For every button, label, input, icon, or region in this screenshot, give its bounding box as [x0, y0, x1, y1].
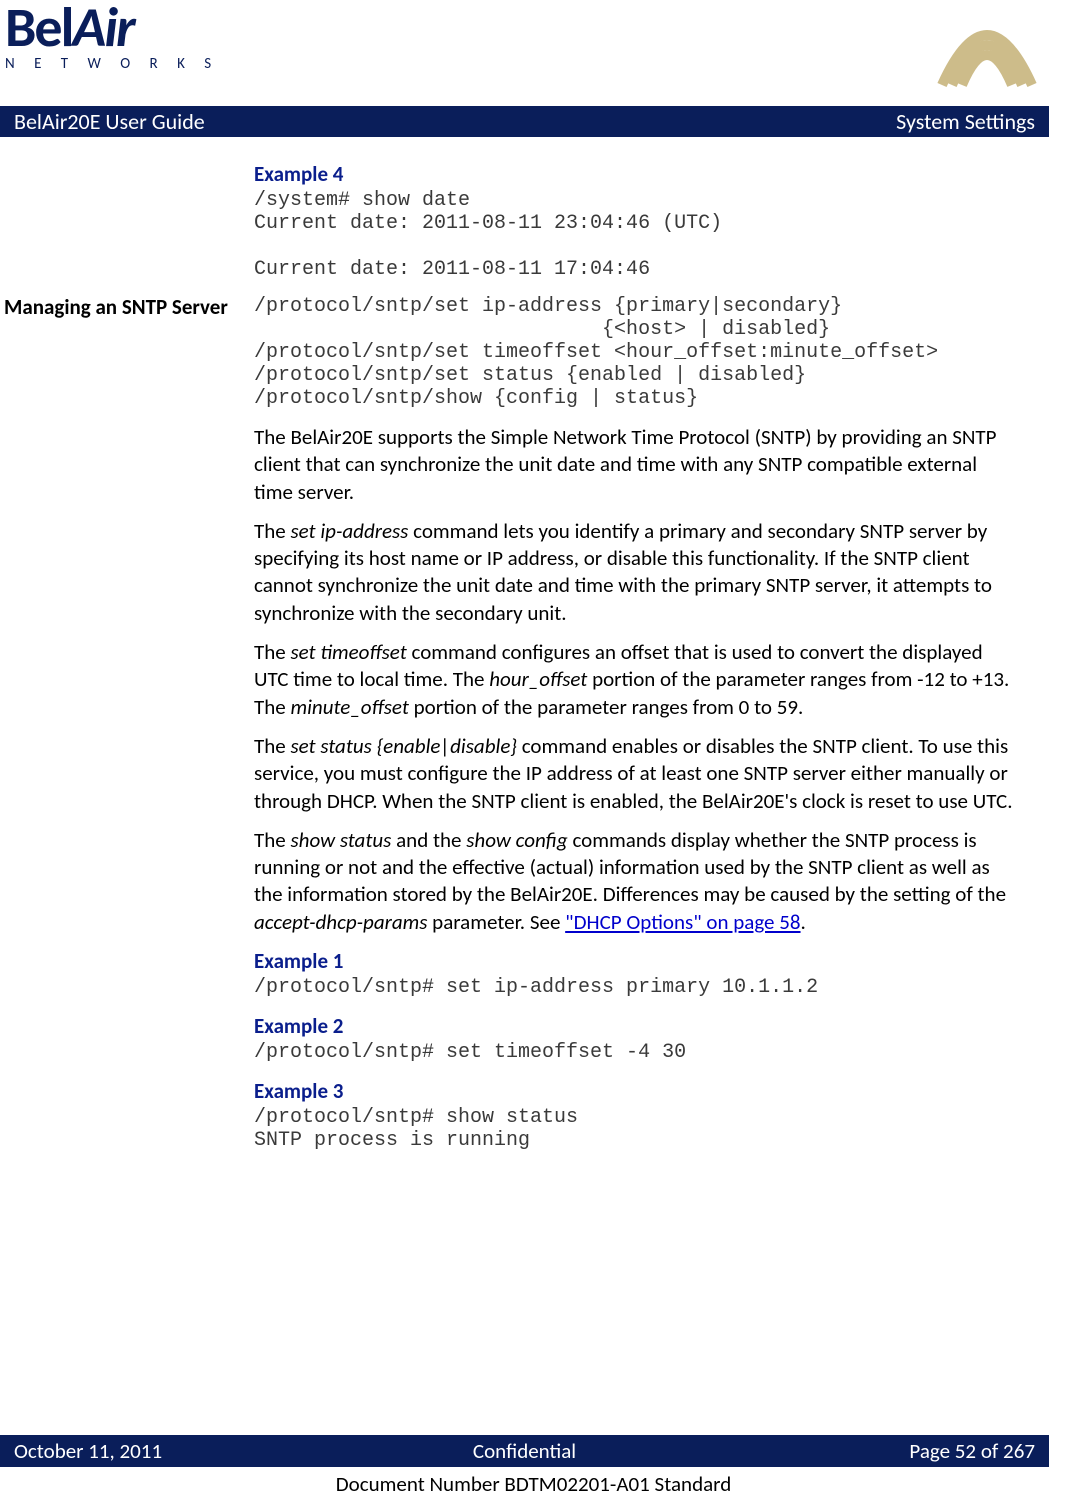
- header-wave-icon: [927, 0, 1047, 100]
- example4-code: /system# show date Current date: 2011-08…: [254, 189, 1017, 281]
- para-set-ip: The set ip-address command lets you iden…: [254, 518, 1017, 627]
- example3-title: Example 3: [254, 1078, 1017, 1104]
- footer-docnum: Document Number BDTM02201-A01 Standard: [0, 1471, 1067, 1497]
- dhcp-options-link[interactable]: "DHCP Options" on page 58: [565, 909, 800, 935]
- example4-title: Example 4: [254, 161, 1017, 187]
- sidebar-heading-sntp: Managing an SNTP Server: [4, 295, 254, 1166]
- example1-code: /protocol/sntp# set ip-address primary 1…: [254, 976, 1017, 999]
- footer-page: Page 52 of 267: [695, 1438, 1035, 1464]
- example2-title: Example 2: [254, 1013, 1017, 1039]
- logo-subtext: N E T W O R K S: [5, 55, 220, 73]
- example2-code: /protocol/sntp# set timeoffset -4 30: [254, 1041, 1017, 1064]
- logo-wordmark: BelAir: [5, 5, 220, 53]
- footer-bar: October 11, 2011 Confidential Page 52 of…: [0, 1435, 1049, 1467]
- title-left: BelAir20E User Guide: [14, 108, 205, 135]
- example3-code: /protocol/sntp# show status SNTP process…: [254, 1106, 1017, 1152]
- footer-confidential: Confidential: [354, 1438, 694, 1464]
- para-timeoffset: The set timeoffset command configures an…: [254, 639, 1017, 721]
- title-bar: BelAir20E User Guide System Settings: [0, 106, 1049, 137]
- logo: BelAir N E T W O R K S: [0, 0, 220, 73]
- title-right: System Settings: [896, 108, 1035, 135]
- para-show: The show status and the show config comm…: [254, 827, 1017, 936]
- header: BelAir N E T W O R K S: [0, 0, 1067, 100]
- para-intro: The BelAir20E supports the Simple Networ…: [254, 424, 1017, 506]
- para-set-status: The set status {enable|disable} command …: [254, 733, 1017, 815]
- footer-date: October 11, 2011: [14, 1438, 354, 1464]
- footer: October 11, 2011 Confidential Page 52 of…: [0, 1435, 1087, 1497]
- example1-title: Example 1: [254, 948, 1017, 974]
- sntp-syntax-block: /protocol/sntp/set ip-address {primary|s…: [254, 295, 1017, 410]
